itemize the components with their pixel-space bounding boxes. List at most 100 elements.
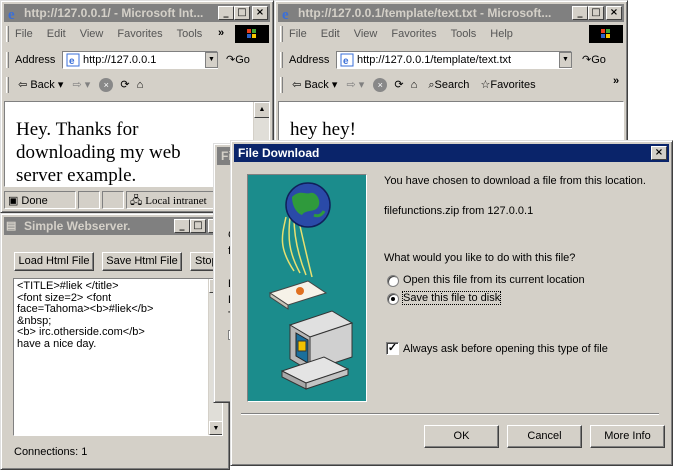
menu-favorites[interactable]: Favorites (117, 28, 162, 40)
menu-favorites[interactable]: Favorites (391, 28, 436, 40)
svg-text:e: e (282, 7, 289, 21)
svg-text:e: e (8, 7, 15, 21)
cancel-button[interactable]: Cancel (507, 425, 582, 448)
favorites-label: Favorites (490, 79, 536, 91)
stop-icon[interactable]: × (373, 78, 388, 93)
refresh-icon[interactable]: ⟳ (394, 79, 403, 91)
save-radio[interactable] (387, 293, 399, 305)
address-input[interactable]: e http://127.0.0.1/template/text.txt (336, 51, 572, 69)
close-button[interactable]: × (252, 6, 268, 20)
html-editor[interactable]: <TITLE>#liek </title> <font size=2> <fon… (13, 278, 223, 436)
go-button[interactable]: ↷Go (582, 48, 606, 72)
svg-text:e: e (343, 56, 349, 67)
browser2-menubar: File Edit View Favorites Tools Help (278, 24, 624, 44)
menu-file[interactable]: File (15, 28, 33, 40)
download-illustration (247, 174, 367, 402)
open-radio[interactable] (387, 275, 399, 287)
file-download-dialog: File Download × You have chosen to downl… (230, 140, 673, 466)
menu-file[interactable]: File (289, 28, 307, 40)
ok-button[interactable]: OK (424, 425, 499, 448)
maximize-button[interactable]: □ (190, 219, 206, 233)
browser1-titlebar[interactable]: e http://127.0.0.1/ - Microsoft Int... _… (4, 4, 270, 22)
browser2-titlebar[interactable]: e http://127.0.0.1/template/text.txt - M… (278, 4, 624, 22)
webserver-window: ▤ Simple Webserver. _ □ × Load Html File… (0, 213, 230, 470)
scroll-up-icon[interactable]: ▲ (254, 102, 269, 118)
ie-icon: e (282, 7, 289, 21)
status-zone-text: Local intranet (145, 195, 207, 207)
address-input[interactable]: e http://127.0.0.1 (62, 51, 218, 69)
address-label: Address (289, 54, 330, 66)
minimize-button[interactable]: _ (174, 219, 190, 233)
address-dropdown-icon[interactable]: ▼ (559, 52, 572, 68)
browser2-title: http://127.0.0.1/template/text.txt - Mic… (298, 6, 552, 20)
save-option-label: Save this file to disk (401, 291, 502, 305)
save-html-button[interactable]: Save Html File (102, 252, 182, 271)
forward-button[interactable]: ⇨ ▾ (346, 79, 364, 91)
windows-logo (589, 25, 623, 43)
dialog-separator (241, 413, 659, 415)
browser2-addressbar: Address e http://127.0.0.1/template/text… (278, 48, 624, 72)
favorites-button[interactable]: ☆Favorites (480, 79, 535, 91)
refresh-icon[interactable]: ⟳ (120, 79, 129, 91)
more-info-button[interactable]: More Info (590, 425, 665, 448)
load-html-button[interactable]: Load Html File (14, 252, 94, 271)
minimize-button[interactable]: _ (572, 6, 588, 20)
open-option[interactable]: Open this file from its current location (387, 274, 617, 290)
home-icon[interactable]: ⌂ (137, 79, 144, 91)
menu-chevron[interactable]: » (218, 27, 224, 39)
file-download-title: File Download (238, 146, 320, 160)
toolbar-chevron[interactable]: » (613, 75, 619, 87)
menu-edit[interactable]: Edit (47, 28, 66, 40)
back-button[interactable]: ⇦ Back ▾ (292, 79, 337, 91)
back-button[interactable]: ⇦ Back ▾ (18, 79, 63, 91)
go-arrow-icon: ↷ (226, 54, 236, 66)
go-label: Go (235, 54, 250, 66)
maximize-button[interactable]: □ (588, 6, 604, 20)
browser1-toolbar: ⇦ Back ▾ ⇨ ▾ × ⟳ ⌂ (4, 73, 270, 97)
download-illustration-graphic (268, 182, 354, 390)
close-button[interactable]: × (606, 6, 622, 20)
always-ask-checkbox[interactable]: ✓ (386, 342, 399, 355)
back-label: Back (30, 79, 55, 91)
menu-view[interactable]: View (354, 28, 378, 40)
go-label: Go (591, 54, 606, 66)
download-file-source: filefunctions.zip from 127.0.0.1 (384, 205, 534, 217)
document-icon (268, 280, 328, 310)
menu-tools[interactable]: Tools (451, 28, 477, 40)
address-dropdown-icon[interactable]: ▼ (205, 52, 218, 68)
browser1-menubar: File Edit View Favorites Tools (4, 24, 270, 44)
close-button[interactable]: × (651, 146, 667, 160)
open-option-label: Open this file from its current location (403, 274, 585, 286)
forward-button[interactable]: ⇨ ▾ (72, 79, 90, 91)
browser2-toolbar: ⇦ Back ▾ ⇨ ▾ × ⟳ ⌂ ⌕Search ☆Favorites (278, 73, 624, 97)
scroll-down-icon[interactable]: ▼ (209, 421, 222, 435)
webserver-titlebar[interactable]: ▤ Simple Webserver. _ □ × (4, 217, 226, 235)
go-button[interactable]: ↷Go (226, 48, 250, 72)
menu-help[interactable]: Help (490, 28, 513, 40)
search-button[interactable]: ⌕Search (428, 79, 469, 91)
app-icon: ▤ (6, 220, 17, 232)
minimize-button[interactable]: _ (218, 6, 234, 20)
stop-icon[interactable]: × (99, 78, 114, 93)
file-download-titlebar[interactable]: File Download × (234, 144, 669, 162)
status-pane (102, 191, 124, 209)
menu-tools[interactable]: Tools (177, 28, 203, 40)
browser1-addressbar: Address e http://127.0.0.1 ▼ ↷Go (4, 48, 270, 72)
page-icon: e (340, 53, 354, 67)
go-arrow-icon: ↷ (582, 54, 592, 66)
webserver-title: Simple Webserver. (24, 219, 131, 233)
menu-edit[interactable]: Edit (321, 28, 340, 40)
address-value: http://127.0.0.1/template/text.txt (357, 54, 512, 66)
back-arrow-icon: ⇦ (292, 79, 302, 91)
always-ask-label: Always ask before opening this type of f… (403, 343, 608, 355)
home-icon[interactable]: ⌂ (411, 79, 418, 91)
always-ask-option[interactable]: ✓ Always ask before opening this type of… (386, 342, 646, 358)
menu-view[interactable]: View (80, 28, 104, 40)
connections-status: Connections: 1 (14, 446, 88, 458)
download-question: What would you like to do with this file… (384, 252, 576, 264)
save-option[interactable]: Save this file to disk (387, 291, 617, 308)
favorites-icon: ☆ (480, 79, 491, 91)
maximize-button[interactable]: □ (234, 6, 250, 20)
computer-icon (280, 310, 354, 390)
status-pane (78, 191, 100, 209)
